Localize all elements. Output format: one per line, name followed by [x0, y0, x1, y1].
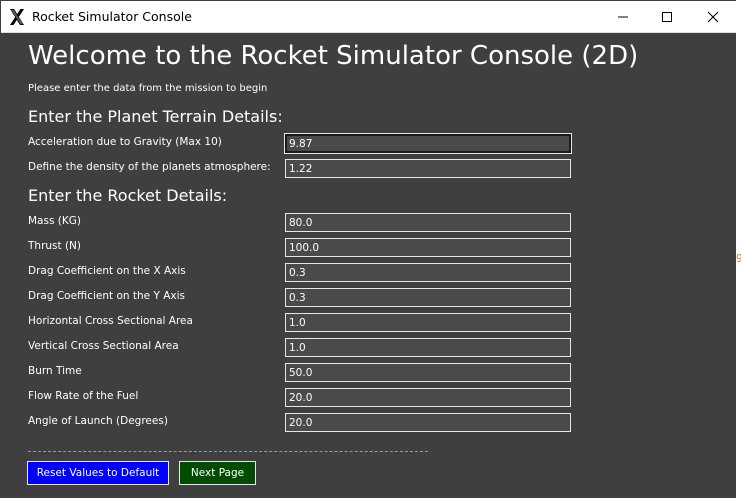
planet-section-heading: Enter the Planet Terrain Details:: [28, 107, 283, 126]
atmosphere-density-input[interactable]: [285, 159, 571, 178]
launch-angle-input[interactable]: [285, 413, 571, 432]
form-panel: Welcome to the Rocket Simulator Console …: [1, 33, 736, 496]
gravity-label: Acceleration due to Gravity (Max 10): [28, 136, 222, 148]
drag-x-label: Drag Coefficient on the X Axis: [28, 265, 186, 277]
horizontal-area-input[interactable]: [285, 313, 571, 332]
fuel-flow-rate-input[interactable]: [285, 388, 571, 407]
drag-y-input[interactable]: [285, 288, 571, 307]
rocket-section-heading: Enter the Rocket Details:: [28, 186, 228, 205]
launch-angle-label: Angle of Launch (Degrees): [28, 415, 168, 427]
vertical-area-label: Vertical Cross Sectional Area: [28, 340, 179, 352]
close-button[interactable]: [690, 2, 736, 32]
mass-input[interactable]: [285, 213, 571, 232]
drag-y-label: Drag Coefficient on the Y Axis: [28, 290, 185, 302]
window-title: Rocket Simulator Console: [32, 9, 192, 24]
thrust-label: Thrust (N): [28, 240, 82, 252]
page-subtitle: Please enter the data from the mission t…: [28, 83, 268, 94]
burn-time-label: Burn Time: [28, 365, 82, 377]
x-logo-icon: [8, 8, 26, 26]
fuel-flow-rate-label: Flow Rate of the Fuel: [28, 390, 139, 402]
background-peek-text: 9: [736, 252, 741, 265]
title-bar[interactable]: Rocket Simulator Console: [1, 1, 736, 33]
minimize-button[interactable]: [600, 2, 646, 32]
maximize-button[interactable]: [644, 2, 690, 32]
minimize-icon: [618, 16, 628, 18]
thrust-input[interactable]: [285, 238, 571, 257]
horizontal-area-label: Horizontal Cross Sectional Area: [28, 315, 193, 327]
drag-x-input[interactable]: [285, 263, 571, 282]
next-page-button[interactable]: Next Page: [179, 461, 256, 485]
app-window: Rocket Simulator Console Welcome to the …: [0, 0, 741, 498]
vertical-area-input[interactable]: [285, 338, 571, 357]
reset-defaults-button[interactable]: Reset Values to Default: [27, 461, 169, 485]
mass-label: Mass (KG): [28, 215, 81, 227]
close-icon: [707, 11, 719, 23]
atmosphere-density-label: Define the density of the planets atmosp…: [28, 161, 271, 173]
gravity-input[interactable]: [285, 134, 571, 153]
maximize-icon: [662, 12, 672, 22]
burn-time-input[interactable]: [285, 363, 571, 382]
separator-line: [28, 451, 428, 452]
page-title: Welcome to the Rocket Simulator Console …: [28, 41, 639, 71]
background-window-edge: 9: [736, 0, 741, 498]
